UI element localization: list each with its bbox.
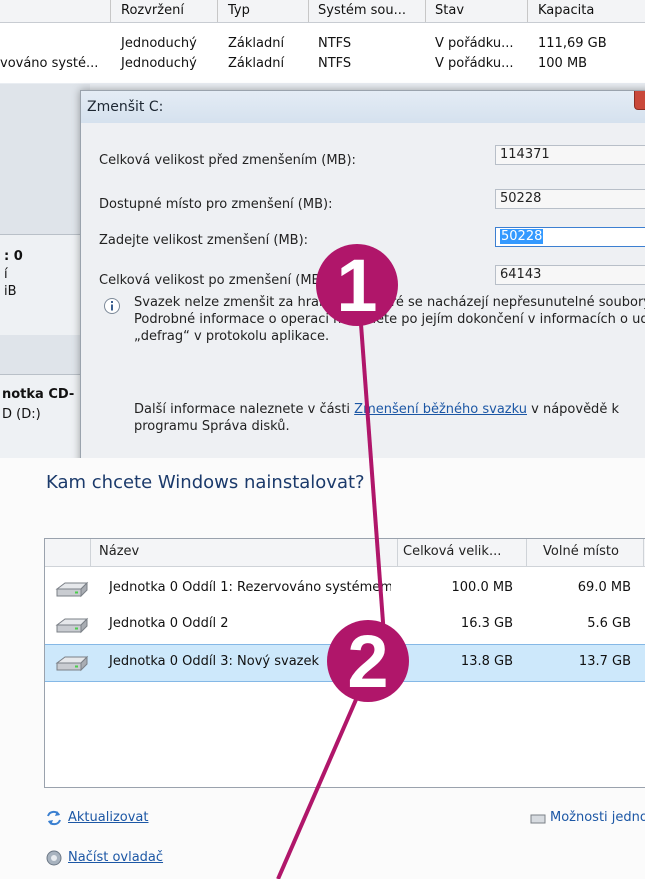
disk-0-type: í [4, 267, 8, 282]
cdrom-block[interactable]: notka CD- D (D:) [0, 374, 90, 458]
partition-free-space: 13.7 GB [578, 654, 631, 669]
help-text-suffix: v nápovědě k [527, 402, 619, 417]
volume-filesystem: NTFS [318, 56, 352, 71]
volume-row[interactable]: vováno systé... Jednoduchý Základní NTFS… [0, 56, 645, 76]
info-line-1: Svazek nelze zmenšit za hranici, na kter… [134, 295, 645, 310]
column-separator [527, 0, 528, 22]
partition-row[interactable]: Jednotka 0 Oddíl 2 16.3 GB 5.6 GB [45, 607, 645, 643]
load-driver-link[interactable]: Načíst ovladač [68, 850, 163, 865]
info-icon [104, 298, 120, 314]
column-separator [643, 539, 644, 566]
column-separator [110, 0, 111, 22]
volume-type: Základní [228, 36, 285, 51]
shrink-amount-selected-text: 50228 [500, 229, 544, 244]
shrink-amount-input[interactable]: 50228 [495, 227, 645, 247]
partition-free-space: 69.0 MB [577, 580, 631, 595]
column-header-status[interactable]: Stav [435, 3, 464, 18]
volume-list: Jednoduchý Základní NTFS V pořádku... 11… [0, 23, 645, 83]
partition-free-space: 5.6 GB [587, 616, 631, 631]
size-after-label: Celková velikost po zmenšení (MB): [99, 273, 330, 288]
size-after-field: 64143 [495, 265, 645, 285]
page-title: Kam chcete Windows nainstalovat? [46, 472, 365, 493]
cdrom-drive: D (D:) [2, 407, 41, 422]
partition-total-size: 16.3 GB [460, 616, 513, 631]
partition-total-size: 13.8 GB [460, 654, 513, 669]
shrink-amount-label: Zadejte velikost zmenšení (MB): [99, 233, 309, 248]
volume-layout: Jednoduchý [121, 36, 197, 51]
refresh-icon[interactable] [46, 810, 62, 826]
info-line-3: „defrag“ v protokolu aplikace. [134, 329, 330, 344]
column-separator [217, 0, 218, 22]
dialog-titlebar[interactable]: Zmenšit C: [81, 91, 645, 123]
info-line-2: Podrobné informace o operaci naleznete p… [134, 312, 645, 327]
column-header-capacity[interactable]: Kapacita [538, 3, 594, 18]
available-space-field: 50228 [495, 189, 645, 209]
column-separator [425, 0, 426, 22]
load-driver-icon[interactable] [46, 850, 62, 866]
help-text: Další informace naleznete v části Zmenše… [134, 402, 619, 417]
drive-options-link[interactable]: Možnosti jednotky (upřesnit) [550, 810, 645, 825]
column-header-free-space[interactable]: Volné místo [543, 544, 619, 559]
disk-0-size: iB [4, 284, 17, 299]
windows-setup-window: Kam chcete Windows nainstalovat? Název C… [0, 458, 645, 879]
column-separator [526, 539, 527, 566]
hard-drive-icon [55, 655, 89, 672]
cdrom-label: notka CD- [2, 387, 75, 402]
partition-total-size: 100.0 MB [451, 580, 513, 595]
column-header-total-size[interactable]: Celková velik... [403, 544, 501, 559]
help-link[interactable]: Zmenšení běžného svazku [354, 402, 527, 417]
column-separator [90, 539, 91, 566]
hard-drive-icon [55, 617, 89, 634]
size-before-field: 114371 [495, 145, 645, 165]
volume-filesystem: NTFS [318, 36, 352, 51]
column-header-filesystem[interactable]: Systém sou... [318, 3, 406, 18]
partition-name: Jednotka 0 Oddíl 3: Nový svazek [109, 654, 320, 669]
disk-graphical-pane: : 0 í iB notka CD- D (D:) [0, 84, 90, 458]
volume-status: V pořádku... [435, 56, 514, 71]
close-button[interactable] [634, 91, 645, 110]
column-separator [308, 0, 309, 22]
size-before-label: Celková velikost před zmenšením (MB): [99, 153, 356, 168]
volume-status: V pořádku... [435, 36, 514, 51]
disk-management-window: Rozvržení Typ Systém sou... Stav Kapacit… [0, 0, 645, 458]
column-header-name[interactable]: Název [99, 544, 139, 559]
volume-capacity: 100 MB [538, 56, 588, 71]
volume-list-header: Rozvržení Typ Systém sou... Stav Kapacit… [0, 0, 645, 23]
partition-name: Jednotka 0 Oddíl 1: Rezervováno systémem [109, 580, 391, 595]
partition-row[interactable]: Jednotka 0 Oddíl 1: Rezervováno systémem… [45, 571, 645, 607]
drive-options-icon[interactable] [530, 811, 546, 827]
partition-table-header: Název Celková velik... Volné místo [45, 539, 645, 567]
dialog-title: Zmenšit C: [87, 99, 164, 115]
disk-0-block[interactable]: : 0 í iB [0, 234, 90, 335]
disk-0-label: : 0 [4, 249, 23, 264]
partition-row-selected[interactable]: Jednotka 0 Oddíl 3: Nový svazek 13.8 GB … [45, 644, 645, 682]
column-header-layout[interactable]: Rozvržení [121, 3, 184, 18]
hard-drive-icon [55, 581, 89, 598]
volume-type: Základní [228, 56, 285, 71]
partition-table: Název Celková velik... Volné místo Jedno… [44, 538, 645, 788]
refresh-link[interactable]: Aktualizovat [68, 810, 148, 825]
volume-capacity: 111,69 GB [538, 36, 607, 51]
column-header-type[interactable]: Typ [228, 3, 250, 18]
available-space-label: Dostupné místo pro zmenšení (MB): [99, 197, 333, 212]
column-separator [397, 539, 398, 566]
help-text-prefix: Další informace naleznete v části [134, 402, 355, 417]
volume-row[interactable]: Jednoduchý Základní NTFS V pořádku... 11… [0, 36, 645, 56]
volume-name: vováno systé... [0, 56, 99, 71]
shrink-volume-dialog: Zmenšit C: Celková velikost před zmenšen… [80, 90, 645, 458]
volume-layout: Jednoduchý [121, 56, 197, 71]
help-text-line-2: programu Správa disků. [134, 419, 290, 434]
partition-name: Jednotka 0 Oddíl 2 [109, 616, 229, 631]
